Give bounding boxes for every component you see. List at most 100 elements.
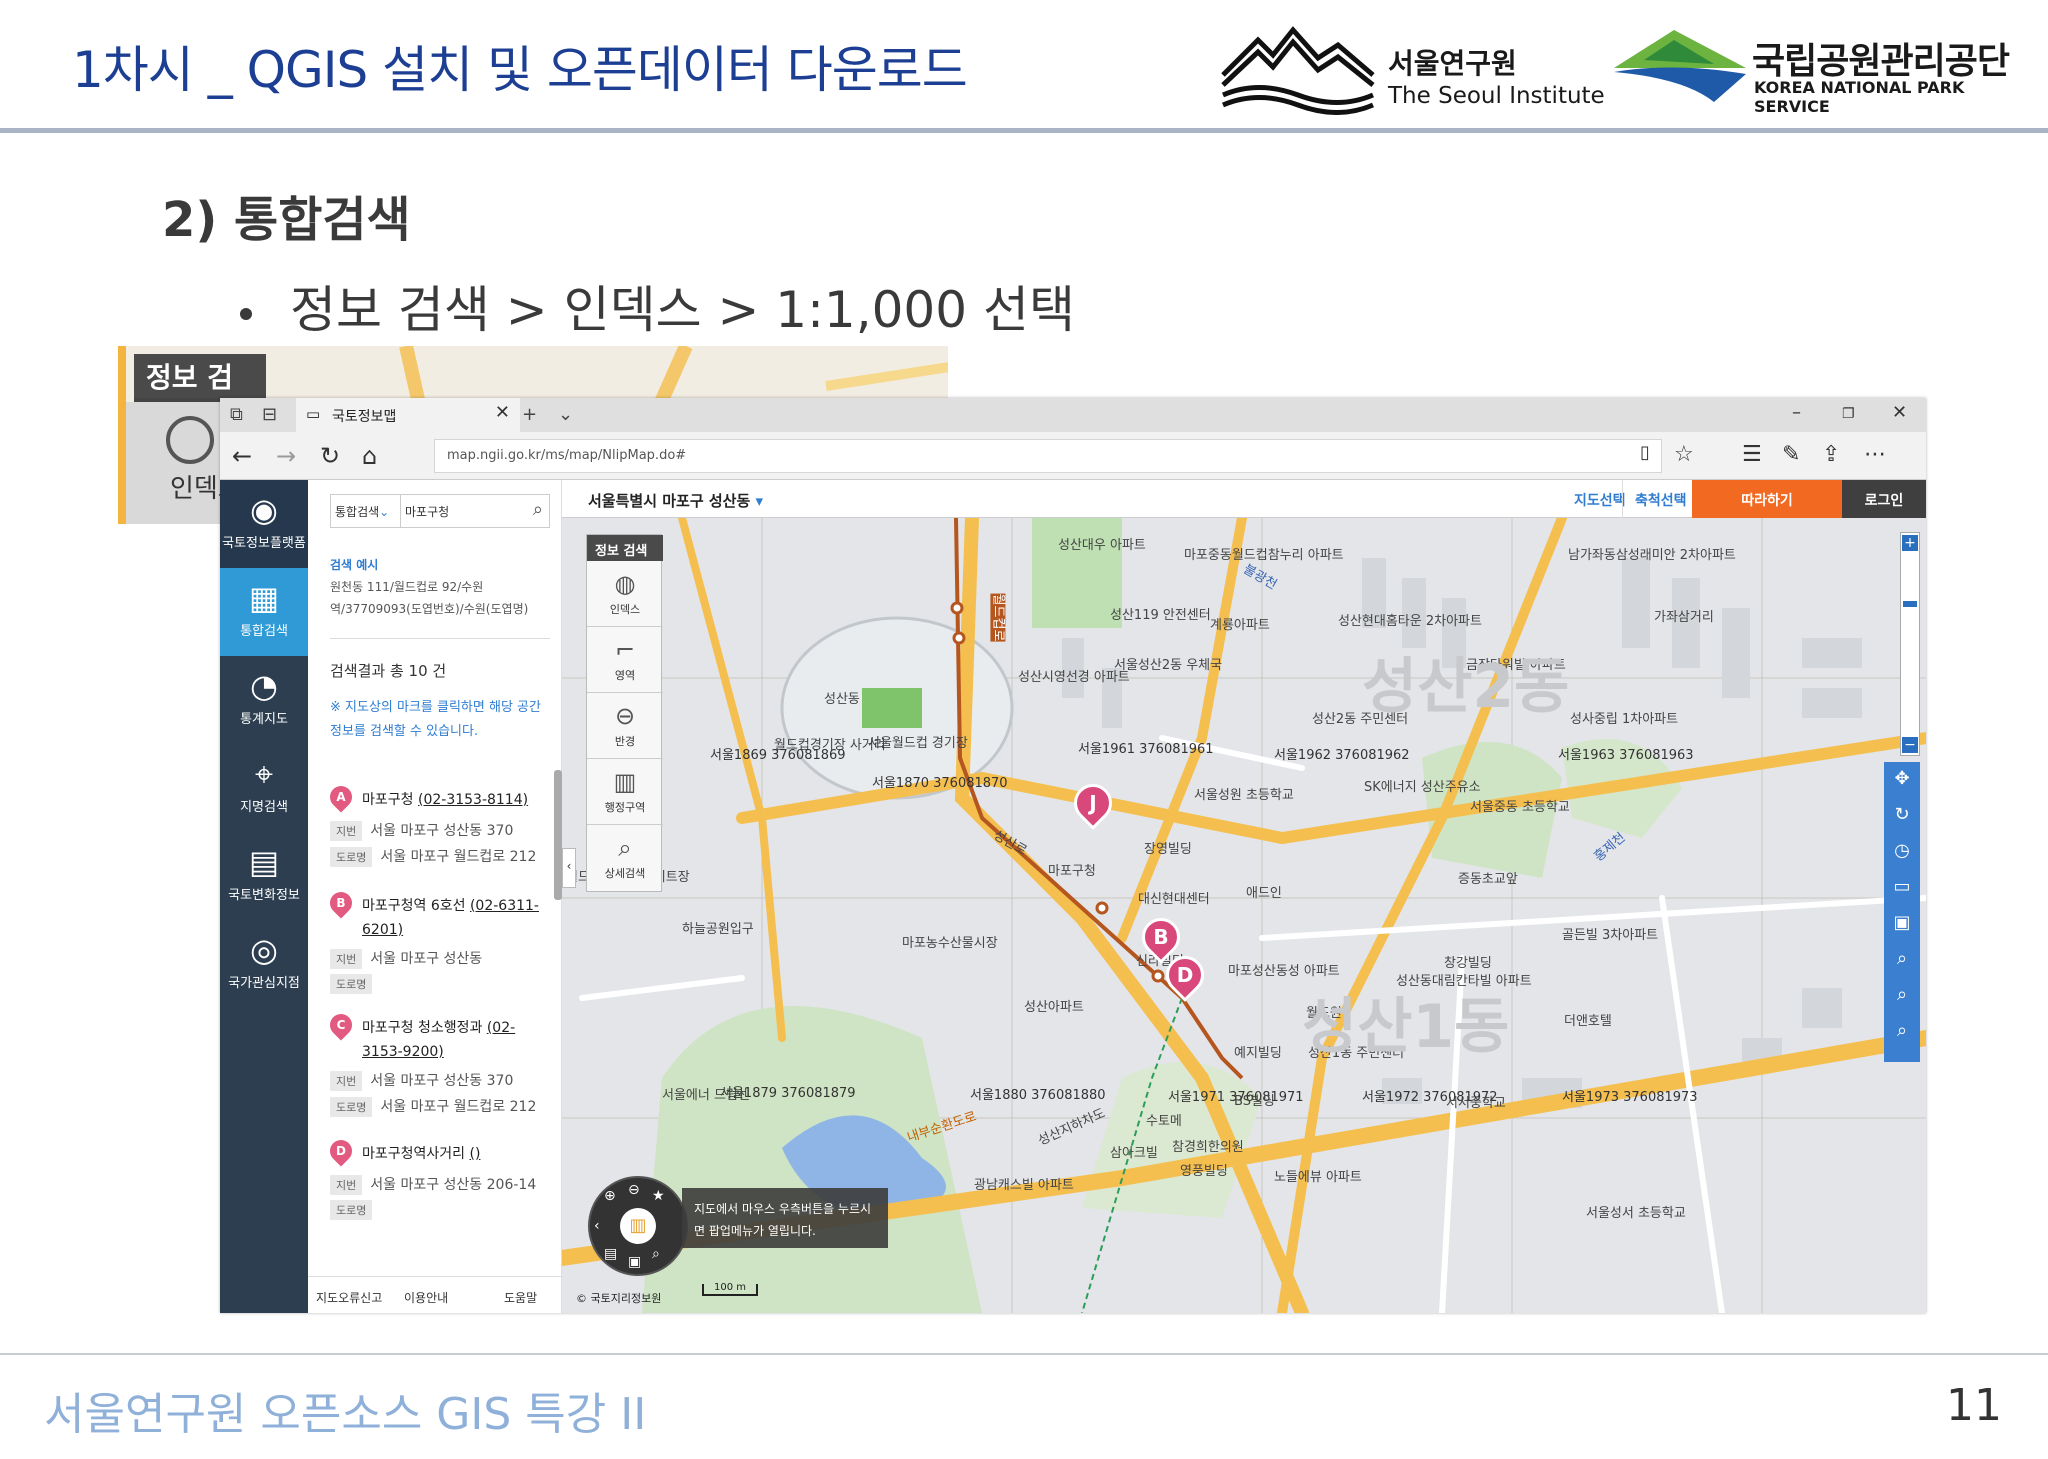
zoom-out-icon[interactable]: ⊖: [628, 1182, 640, 1198]
help-link[interactable]: 도움말: [504, 1289, 537, 1306]
sidebar-item-national-poi[interactable]: ◎ 국가관심지점: [220, 920, 308, 1008]
zoom-extent-icon[interactable]: ⌕: [1884, 1020, 1920, 1041]
bar-chart-icon[interactable]: ▥: [620, 1208, 656, 1244]
tool-radius[interactable]: ⊖ 반경: [587, 693, 663, 759]
tool-area[interactable]: ⌐ 영역: [587, 627, 663, 693]
map-label: 수토메: [1146, 1114, 1182, 1129]
example-text: 원천동 111/월드컵로 92/수원역/37709093(도엽번호)/수원(도엽…: [330, 580, 529, 616]
map-view[interactable]: 성산대우 아파트 마포중동월드컵참누리 아파트 남가좌동삼성래미안 2차아파트 …: [562, 480, 1926, 1313]
tool-label: 인덱스: [609, 603, 641, 616]
search-icon[interactable]: ⌕: [533, 499, 543, 520]
tab-close-icon[interactable]: ✕: [495, 402, 510, 423]
sidebar-item-statistics-map[interactable]: ◔ 통계지도: [220, 656, 308, 744]
zoom-in-icon[interactable]: ⊕: [604, 1188, 616, 1204]
result-phone[interactable]: (): [470, 1146, 481, 1162]
favorite-star-icon[interactable]: ☆: [1674, 442, 1694, 467]
error-report-link[interactable]: 지도오류신고: [316, 1289, 382, 1306]
result-jibun: 지번 서울 마포구 성산동 370: [330, 1070, 513, 1091]
result-road: 도로명 서울 마포구 월드컵로 212: [330, 1096, 536, 1117]
magnifier-icon[interactable]: ⌕: [652, 1246, 660, 1262]
map-label: 예지빌딩: [1234, 1046, 1282, 1061]
location-text: 서울특별시 마포구 성산동: [588, 492, 751, 510]
chevron-left-icon[interactable]: ‹: [594, 1218, 600, 1234]
sidebar-label: 지명검색: [240, 800, 288, 815]
tab-list-chevron-icon[interactable]: ⌄: [558, 404, 573, 425]
pen-icon[interactable]: ✎: [1782, 442, 1800, 467]
tool-detail-search[interactable]: ⌕ 상세검색: [587, 825, 663, 891]
rotate-icon[interactable]: ↻: [1884, 804, 1920, 825]
map-label: 성산119 안전센터: [1110, 608, 1211, 623]
star-icon[interactable]: ★: [652, 1188, 665, 1204]
more-menu-icon[interactable]: ⋯: [1864, 442, 1886, 467]
close-window-icon[interactable]: ✕: [1892, 402, 1907, 423]
restore-icon[interactable]: ❐: [1842, 406, 1855, 422]
zoom-out-icon[interactable]: −: [1902, 737, 1918, 753]
tool-index[interactable]: ◍ 인덱스: [587, 561, 663, 627]
tool-admin-district[interactable]: ▥ 행정구역: [587, 759, 663, 825]
map-label: 성산대우 아파트: [1058, 538, 1146, 553]
zoom-handle[interactable]: [1903, 601, 1917, 607]
location-breadcrumb[interactable]: 서울특별시 마포구 성산동 ▾: [588, 490, 763, 511]
url-field[interactable]: map.ngii.go.kr/ms/map/NlipMap.do#: [434, 439, 1662, 473]
result-road: 도로명: [330, 1200, 380, 1220]
marker-b-icon: B: [325, 887, 357, 919]
tool-label: 상세검색: [604, 867, 646, 880]
chevron-left-icon: ‹: [566, 859, 572, 873]
tutorial-button[interactable]: 따라하기: [1692, 480, 1842, 518]
image-icon[interactable]: ▣: [628, 1254, 641, 1270]
inset-info-search-tab: 정보 검색: [134, 354, 266, 434]
search-input[interactable]: 마포구청: [405, 503, 449, 520]
sidebar-label: 국토정보플랫폼: [222, 536, 306, 551]
sidebar-item-place-name-search[interactable]: ⌖ 지명검색: [220, 744, 308, 832]
favorites-list-icon[interactable]: ☰: [1742, 442, 1762, 467]
refresh-icon[interactable]: ↻: [320, 442, 340, 470]
share-icon[interactable]: ⇪: [1822, 442, 1840, 467]
scale-select-button[interactable]: 축척선택: [1622, 480, 1699, 518]
radial-menu[interactable]: ▥ ⊕ ⊖ ★ ‹ ▤ ▣ ⌕: [588, 1176, 688, 1276]
search-map-icon[interactable]: ⌕: [1884, 948, 1920, 969]
search-type-select[interactable]: 통합검색⌄: [331, 495, 401, 527]
panel-scrollbar[interactable]: [554, 770, 562, 900]
map-right-toolbar: ✥ ↻ ◷ ▭ ▣ ⌕ ⌕ ⌕: [1884, 762, 1920, 1062]
map-label: 성산동대림칸타빌 아파트: [1396, 974, 1532, 989]
new-tab-icon[interactable]: +: [522, 404, 537, 425]
tab-set-aside-icon[interactable]: ⧉: [230, 404, 243, 425]
pan-icon[interactable]: ✥: [1884, 768, 1920, 789]
layer-icon[interactable]: ▭: [1884, 876, 1920, 897]
map-label: 성사중립 1차아파트: [1570, 712, 1679, 727]
map-label: 성산아파트: [1024, 1000, 1084, 1015]
print-icon[interactable]: ▣: [1884, 912, 1920, 933]
result-phone[interactable]: (02-3153-8114): [418, 792, 528, 808]
minimize-icon[interactable]: –: [1792, 402, 1801, 423]
back-arrow-icon[interactable]: ←: [232, 442, 252, 470]
usage-guide-link[interactable]: 이용안내: [404, 1289, 448, 1306]
map-label: 성산현대홈타운 2차아파트: [1338, 614, 1482, 629]
zoom-slider[interactable]: + −: [1900, 532, 1920, 756]
result-name[interactable]: 마포구청역사거리 (): [362, 1142, 546, 1166]
sidebar-item-land-change[interactable]: ▤ 국토변화정보: [220, 832, 308, 920]
history-icon[interactable]: ◷: [1884, 840, 1920, 861]
panel-collapse-button[interactable]: ‹: [562, 848, 576, 888]
map-pin-icon: ⌖: [254, 755, 274, 793]
zoom-in-icon[interactable]: +: [1902, 535, 1918, 551]
map-top-bar: 서울특별시 마포구 성산동 ▾ 지도선택 축척선택 따라하기 로그인: [562, 480, 1926, 518]
bullet-item: 정보 검색 > 인덱스 > 1:1,000 선택: [240, 270, 1075, 342]
map-label: 남가좌동삼성래미안 2차아파트: [1568, 548, 1736, 563]
reading-view-icon[interactable]: ▯: [1640, 442, 1650, 463]
zoom-area-icon[interactable]: ⌕: [1884, 984, 1920, 1005]
sidebar-item-integrated-search[interactable]: ▦ 통합검색: [220, 568, 308, 656]
map-label: 마포농수산물시장: [902, 936, 998, 951]
result-name[interactable]: 마포구청 (02-3153-8114): [362, 788, 546, 812]
example-title: 검색 예시: [330, 558, 379, 572]
login-button[interactable]: 로그인: [1842, 480, 1926, 518]
sidebar-label: 국토변화정보: [228, 888, 300, 903]
browser-tab[interactable]: ▭ 국토정보맵 ✕: [296, 398, 520, 432]
result-name[interactable]: 마포구청 청소행정과 (02-3153-9200): [362, 1016, 546, 1064]
map-label: 서울1869 376081869: [710, 748, 846, 763]
tab-preview-icon[interactable]: ⊟: [262, 404, 277, 425]
result-name[interactable]: 마포구청역 6호선 (02-6311-6201): [362, 894, 546, 942]
print-icon[interactable]: ▤: [604, 1246, 617, 1262]
forward-arrow-icon[interactable]: →: [276, 442, 296, 470]
sidebar-item-platform[interactable]: ◉ 국토정보플랫폼: [220, 480, 308, 568]
home-icon[interactable]: ⌂: [362, 442, 377, 470]
